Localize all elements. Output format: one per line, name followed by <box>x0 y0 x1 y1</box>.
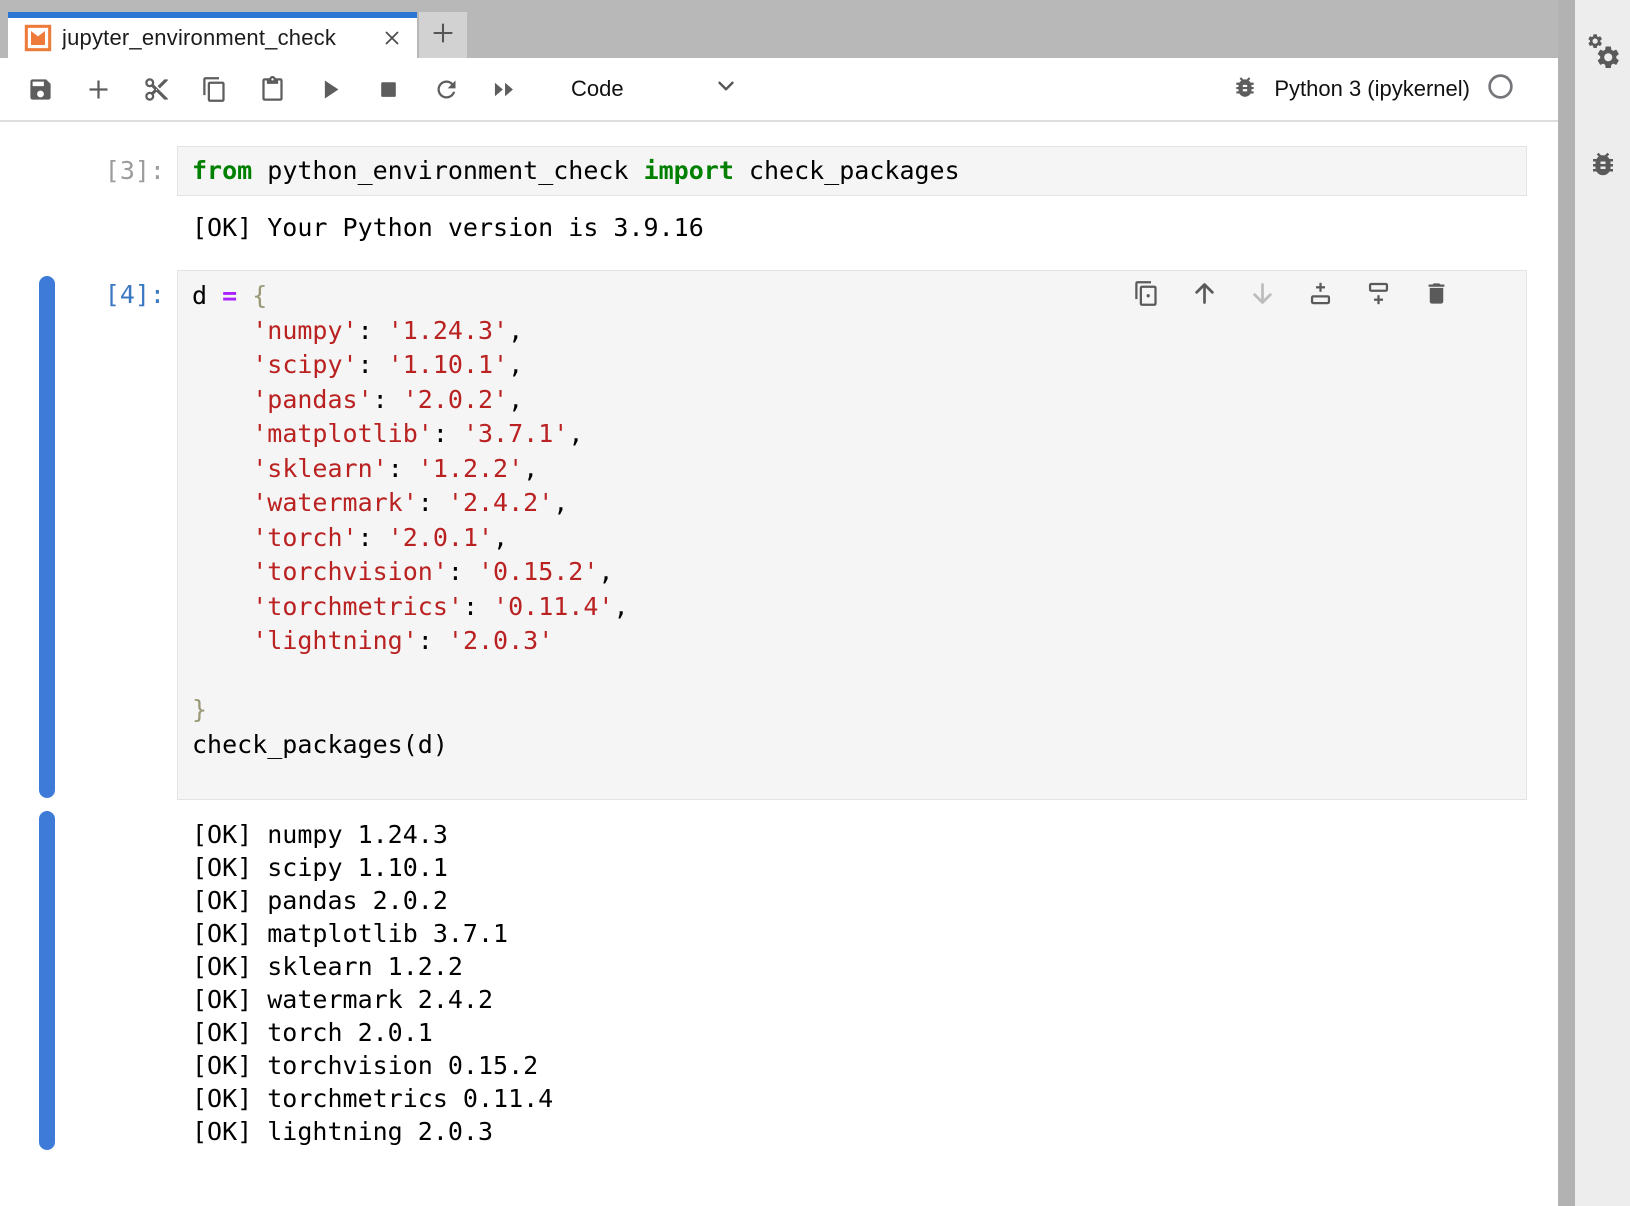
new-launcher-button[interactable] <box>419 12 467 58</box>
right-sidebar <box>1575 0 1630 1206</box>
kernel-status-icon[interactable] <box>1486 72 1515 106</box>
kernel-name[interactable]: Python 3 (ipykernel) <box>1274 76 1470 102</box>
execution-prompt: [3]: <box>0 156 165 186</box>
code-cell-input[interactable]: d = { 'numpy': '1.24.3', 'scipy': '1.10.… <box>177 270 1527 800</box>
insert-cell-above-button[interactable] <box>1307 280 1334 307</box>
notebook-panel: jupyter_environment_check <box>0 0 1558 1206</box>
restart-run-all-button[interactable] <box>491 76 518 103</box>
cell-type-value: Code <box>571 76 624 102</box>
paste-cells-button[interactable] <box>259 76 286 103</box>
cell-output: [OK] numpy 1.24.3[OK] scipy 1.10.1[OK] p… <box>192 818 553 1148</box>
notebook-file-icon <box>24 24 52 52</box>
panel-resize-gutter[interactable] <box>1558 0 1575 1206</box>
interrupt-kernel-button[interactable] <box>375 76 402 103</box>
dock-tab-bar: jupyter_environment_check <box>0 0 1558 58</box>
tab-close-icon[interactable] <box>379 25 405 51</box>
execution-prompt: [4]: <box>0 280 165 310</box>
insert-cell-button[interactable] <box>85 76 112 103</box>
save-button[interactable] <box>27 76 54 103</box>
copy-cells-button[interactable] <box>201 76 228 103</box>
input-collapser[interactable] <box>39 276 55 798</box>
move-cell-down-button[interactable] <box>1249 280 1276 307</box>
duplicate-cell-button[interactable] <box>1133 280 1160 307</box>
delete-cell-button[interactable] <box>1423 280 1450 307</box>
debugger-bug-icon[interactable] <box>1232 74 1258 105</box>
notebook-content: [3]: from python_environment_check impor… <box>0 122 1558 1206</box>
output-collapser[interactable] <box>39 811 55 1150</box>
kernel-area: Python 3 (ipykernel) <box>1232 72 1515 106</box>
cell-type-select[interactable]: Code <box>571 73 739 105</box>
cut-cells-button[interactable] <box>143 76 170 103</box>
code-editor: from python_environment_check import che… <box>178 147 1526 189</box>
notebook-toolbar: Code Python 3 (ipykernel) <box>0 58 1585 122</box>
insert-cell-below-button[interactable] <box>1365 280 1392 307</box>
tab-title: jupyter_environment_check <box>62 25 379 51</box>
plus-icon <box>429 19 457 52</box>
debugger-sidebar-bug-icon[interactable] <box>1575 138 1630 190</box>
jupyterlab-window: jupyter_environment_check <box>0 0 1630 1206</box>
tab-notebook[interactable]: jupyter_environment_check <box>8 12 417 58</box>
code-editor: d = { 'numpy': '1.24.3', 'scipy': '1.10.… <box>178 271 1526 762</box>
cell-output: [OK] Your Python version is 3.9.16 <box>192 211 704 244</box>
cell-toolbar <box>1133 280 1450 307</box>
run-cell-button[interactable] <box>317 76 344 103</box>
property-inspector-gears-icon[interactable] <box>1575 26 1630 78</box>
restart-kernel-button[interactable] <box>433 76 460 103</box>
chevron-down-icon <box>713 73 739 105</box>
move-cell-up-button[interactable] <box>1191 280 1218 307</box>
code-cell-input[interactable]: from python_environment_check import che… <box>177 146 1527 196</box>
